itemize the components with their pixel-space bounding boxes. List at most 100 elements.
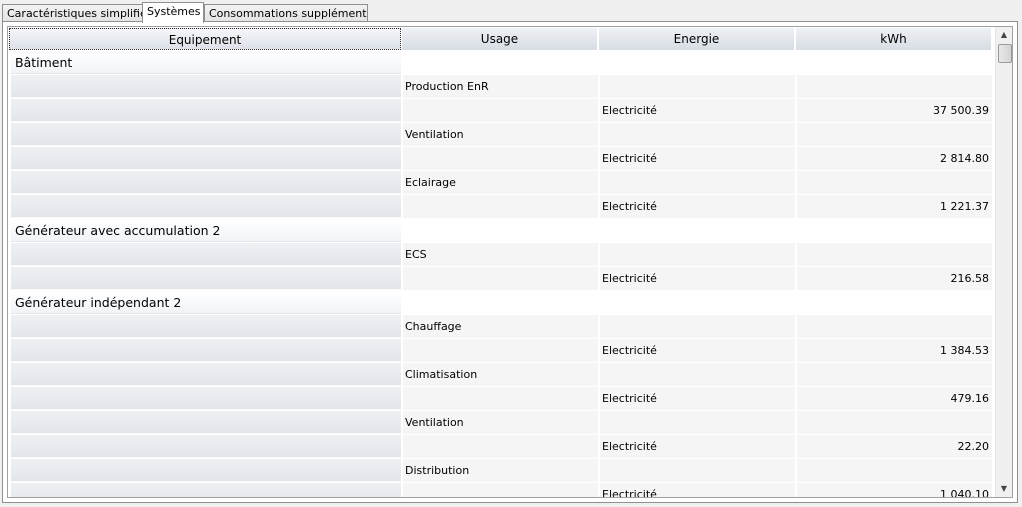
vertical-scrollbar[interactable]: ▲ ▼ [995, 27, 1012, 497]
cell-kwh: 1 040.10 [796, 483, 992, 497]
cell-energie [599, 315, 795, 338]
cell-equipement [11, 195, 401, 218]
cell-equipement [11, 339, 401, 362]
table-row[interactable]: Ventilation [8, 411, 994, 435]
table-row[interactable]: Electricité 2 814.80 [8, 147, 994, 171]
table-row[interactable]: Electricité 37 500.39 [8, 99, 994, 123]
cell-kwh [796, 219, 992, 242]
cell-usage [402, 99, 598, 122]
cell-energie [599, 75, 795, 98]
cell-equipement [11, 483, 401, 497]
cell-energie: Electricité [599, 99, 795, 122]
cell-energie [599, 291, 795, 314]
cell-equipement [11, 387, 401, 410]
cell-equipement [11, 243, 401, 266]
cell-kwh [796, 51, 992, 74]
group-row[interactable]: Bâtiment [8, 51, 994, 75]
cell-kwh [796, 315, 992, 338]
cell-usage [402, 195, 598, 218]
cell-usage [402, 387, 598, 410]
cell-energie [599, 219, 795, 242]
cell-energie [599, 459, 795, 482]
cell-kwh [796, 75, 992, 98]
cell-usage [402, 483, 598, 497]
cell-equipement [11, 75, 401, 98]
cell-energie [599, 411, 795, 434]
cell-equipement [11, 435, 401, 458]
cell-usage [402, 435, 598, 458]
cell-equipement [11, 411, 401, 434]
cell-usage: Climatisation [402, 363, 598, 386]
cell-kwh [796, 171, 992, 194]
cell-energie [599, 363, 795, 386]
cell-equipement [11, 123, 401, 146]
group-row[interactable]: Générateur indépendant 2 [8, 291, 994, 315]
cell-equipement [11, 267, 401, 290]
cell-usage [402, 339, 598, 362]
cell-usage [402, 51, 598, 74]
cell-equipement [11, 363, 401, 386]
column-header-usage[interactable]: Usage [402, 28, 598, 50]
cell-kwh [796, 363, 992, 386]
cell-usage: Ventilation [402, 123, 598, 146]
cell-usage: Chauffage [402, 315, 598, 338]
table-row[interactable]: Electricité 216.58 [8, 267, 994, 291]
cell-energie: Electricité [599, 483, 795, 497]
cell-usage: Production EnR [402, 75, 598, 98]
table-row[interactable]: Electricité 479.16 [8, 387, 994, 411]
cell-equipement: Générateur indépendant 2 [11, 291, 401, 314]
cell-energie: Electricité [599, 435, 795, 458]
cell-usage: Ventilation [402, 411, 598, 434]
grid-body: Bâtiment Production EnR Electricité 37 500.… [8, 51, 994, 497]
table-row[interactable]: Electricité 1 040.10 [8, 483, 994, 497]
cell-kwh: 216.58 [796, 267, 992, 290]
table-row[interactable]: Electricité 1 384.53 [8, 339, 994, 363]
cell-energie: Electricité [599, 387, 795, 410]
table-row[interactable]: ECS [8, 243, 994, 267]
cell-equipement: Générateur avec accumulation 2 [11, 219, 401, 242]
cell-kwh: 2 814.80 [796, 147, 992, 170]
cell-energie [599, 243, 795, 266]
scroll-up-icon[interactable]: ▲ [996, 27, 1012, 43]
tab-caracteristiques-simplifiees[interactable]: Caractéristiques simplifiées [2, 4, 143, 22]
cell-energie: Electricité [599, 195, 795, 218]
column-header-kwh[interactable]: kWh [796, 28, 992, 50]
cell-usage [402, 291, 598, 314]
cell-energie [599, 123, 795, 146]
tab-panel: Equipement Usage Energie kWh Bâtiment Pro… [2, 21, 1018, 503]
cell-energie: Electricité [599, 339, 795, 362]
group-row[interactable]: Générateur avec accumulation 2 [8, 219, 994, 243]
cell-usage: ECS [402, 243, 598, 266]
tab-systemes[interactable]: Systèmes [142, 2, 204, 23]
tab-consommations-supplementaires[interactable]: Consommations supplémentaires [204, 4, 368, 22]
cell-kwh: 37 500.39 [796, 99, 992, 122]
table-row[interactable]: Chauffage [8, 315, 994, 339]
cell-energie: Electricité [599, 267, 795, 290]
cell-usage: Eclairage [402, 171, 598, 194]
cell-kwh [796, 459, 992, 482]
cell-kwh: 22.20 [796, 435, 992, 458]
cell-equipement: Bâtiment [11, 51, 401, 74]
table-row[interactable]: Distribution [8, 459, 994, 483]
table-row[interactable]: Climatisation [8, 363, 994, 387]
cell-kwh: 479.16 [796, 387, 992, 410]
grid-header: Equipement Usage Energie kWh [8, 27, 994, 51]
cell-kwh [796, 291, 992, 314]
table-row[interactable]: Electricité 22.20 [8, 435, 994, 459]
cell-energie [599, 171, 795, 194]
table-row[interactable]: Production EnR [8, 75, 994, 99]
cell-kwh [796, 123, 992, 146]
scroll-down-icon[interactable]: ▼ [996, 481, 1012, 497]
table-row[interactable]: Ventilation [8, 123, 994, 147]
scroll-thumb[interactable] [998, 44, 1012, 63]
column-header-energie[interactable]: Energie [599, 28, 795, 50]
cell-usage [402, 267, 598, 290]
cell-kwh [796, 243, 992, 266]
cell-equipement [11, 315, 401, 338]
systems-grid[interactable]: Equipement Usage Energie kWh Bâtiment Pro… [7, 26, 1013, 498]
cell-usage [402, 147, 598, 170]
table-row[interactable]: Eclairage [8, 171, 994, 195]
table-row[interactable]: Electricité 1 221.37 [8, 195, 994, 219]
column-header-equipement[interactable]: Equipement [9, 28, 401, 50]
cell-energie: Electricité [599, 147, 795, 170]
